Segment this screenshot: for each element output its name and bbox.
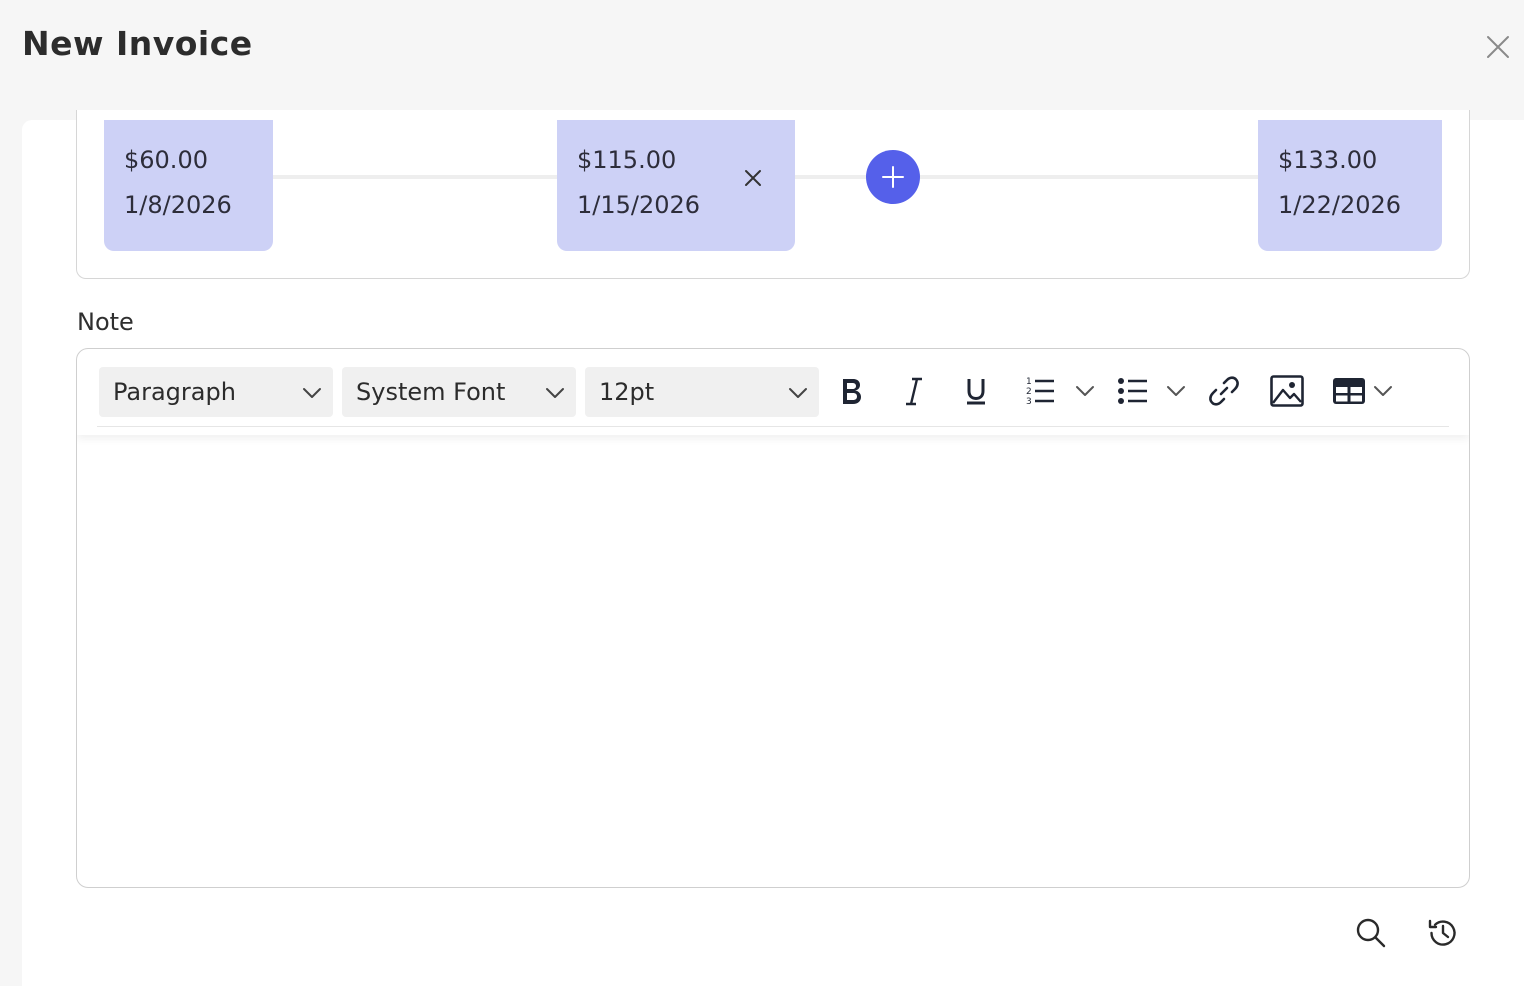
svg-text:2: 2 <box>1026 387 1032 397</box>
underline-button[interactable] <box>956 371 996 411</box>
close-button[interactable] <box>1482 31 1514 63</box>
payment-card[interactable]: $115.00 1/15/2026 <box>557 120 795 251</box>
payment-card[interactable]: $60.00 1/8/2026 <box>104 120 273 251</box>
svg-text:1: 1 <box>1026 377 1032 387</box>
block-format-value: Paragraph <box>113 378 236 406</box>
search-button[interactable] <box>1354 916 1388 950</box>
timeline-line <box>920 175 1260 179</box>
payment-amount: $60.00 <box>124 146 208 174</box>
chevron-down-icon[interactable] <box>1075 381 1095 401</box>
toolbar-divider <box>97 426 1449 427</box>
add-payment-button[interactable] <box>866 150 920 204</box>
payment-date: 1/8/2026 <box>124 191 232 219</box>
chevron-down-icon[interactable] <box>1166 381 1186 401</box>
payment-date: 1/15/2026 <box>577 191 701 219</box>
table-button[interactable] <box>1329 371 1369 411</box>
font-size-select[interactable]: 12pt <box>585 367 819 417</box>
numbered-list-button[interactable]: 1 2 3 <box>1020 371 1060 411</box>
remove-payment-button[interactable] <box>743 168 763 188</box>
payment-date: 1/22/2026 <box>1278 191 1402 219</box>
numbered-list-icon: 1 2 3 <box>1026 377 1054 407</box>
chevron-down-icon[interactable] <box>1373 381 1393 401</box>
font-size-value: 12pt <box>599 378 655 406</box>
underline-icon <box>967 379 985 405</box>
plus-icon <box>882 166 904 188</box>
note-editor: Paragraph System Font 12pt 1 2 3 <box>76 348 1470 888</box>
history-icon <box>1428 919 1456 946</box>
font-family-select[interactable]: System Font <box>342 367 576 417</box>
timeline-line <box>272 175 558 179</box>
chevron-down-icon <box>546 388 564 398</box>
svg-text:3: 3 <box>1026 397 1032 407</box>
italic-icon <box>906 377 922 406</box>
editor-toolbar: Paragraph System Font 12pt 1 2 3 <box>77 349 1469 435</box>
search-icon <box>1356 918 1386 948</box>
image-icon <box>1270 375 1304 407</box>
note-content-area[interactable] <box>77 435 1469 887</box>
link-button[interactable] <box>1204 371 1244 411</box>
bullet-list-button[interactable] <box>1113 371 1153 411</box>
note-label: Note <box>77 308 134 336</box>
payment-card[interactable]: $133.00 1/22/2026 <box>1258 120 1442 251</box>
block-format-select[interactable]: Paragraph <box>99 367 333 417</box>
chevron-down-icon <box>789 388 807 398</box>
table-icon <box>1333 378 1365 404</box>
close-icon <box>1487 36 1509 58</box>
link-icon <box>1209 376 1239 406</box>
image-button[interactable] <box>1267 371 1307 411</box>
page-title: New Invoice <box>22 24 253 63</box>
bold-icon <box>843 379 861 404</box>
payment-amount: $133.00 <box>1278 146 1378 174</box>
remove-icon <box>745 170 761 186</box>
italic-button[interactable] <box>894 371 934 411</box>
bold-button[interactable] <box>831 371 871 411</box>
font-family-value: System Font <box>356 378 506 406</box>
history-button[interactable] <box>1426 916 1460 950</box>
chevron-down-icon <box>303 388 321 398</box>
bullet-list-icon <box>1118 378 1147 404</box>
timeline-line <box>794 175 866 179</box>
